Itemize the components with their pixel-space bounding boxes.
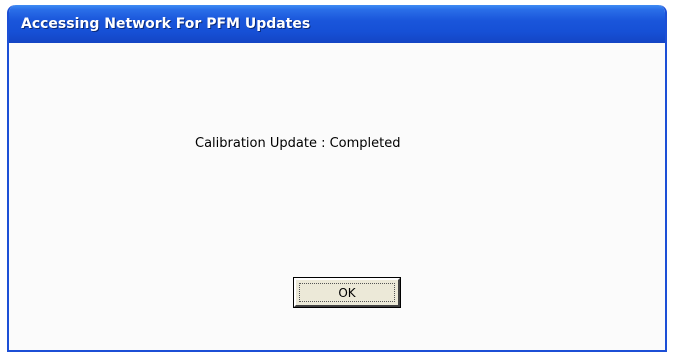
- dialog-window: Accessing Network For PFM Updates Calibr…: [7, 5, 667, 352]
- ok-button-label: OK: [338, 285, 356, 300]
- window-title: Accessing Network For PFM Updates: [21, 16, 311, 32]
- title-bar[interactable]: Accessing Network For PFM Updates: [9, 5, 665, 43]
- ok-button[interactable]: OK: [293, 277, 401, 308]
- status-message: Calibration Update : Completed: [195, 136, 401, 151]
- dialog-body: Calibration Update : Completed OK: [9, 43, 665, 350]
